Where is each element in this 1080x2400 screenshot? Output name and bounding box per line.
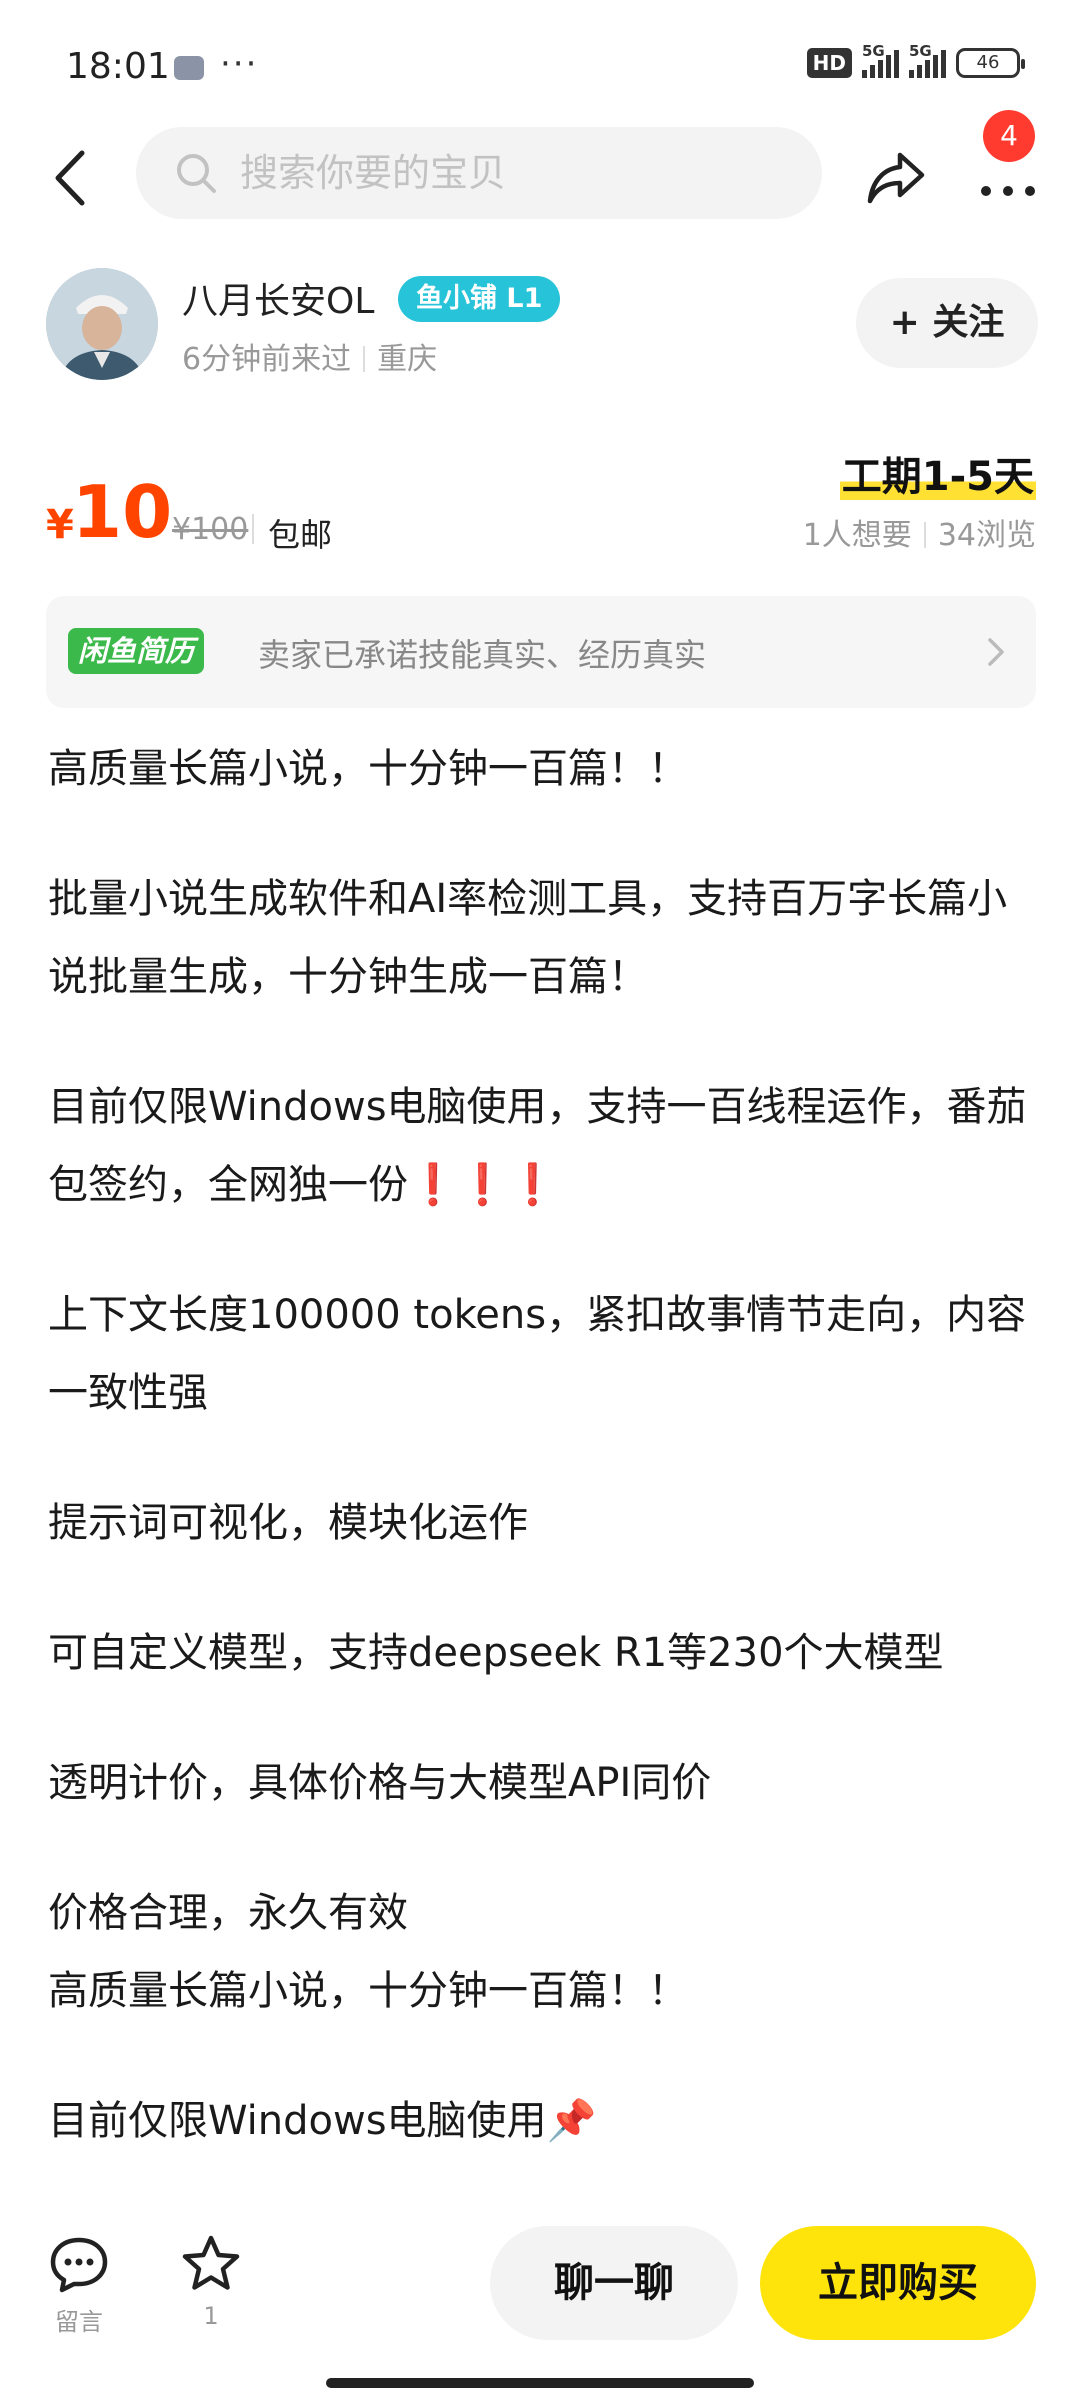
avatar-image	[46, 268, 158, 380]
buy-now-button[interactable]: 立即购买	[760, 2226, 1036, 2340]
notification-app-icon	[174, 56, 204, 80]
description-paragraph: 可自定义模型，支持deepseek R1等230个大模型	[48, 1630, 944, 1676]
share-icon	[867, 152, 925, 204]
chat-bubble-icon	[50, 2237, 108, 2293]
wants-count: 1人想要	[802, 518, 912, 553]
more-notifications-icon: ···	[220, 44, 259, 84]
description-paragraph: 透明计价，具体价格与大模型API同价	[48, 1760, 712, 1806]
status-indicators: HD 5G 5G 46	[806, 42, 1025, 78]
divider	[363, 346, 366, 372]
top-nav	[0, 125, 1080, 235]
network-type-label: 5G	[862, 42, 885, 60]
message-label: 留言	[55, 2308, 103, 2336]
divider	[252, 514, 254, 544]
description-text: 目前仅限Windows电脑使用	[48, 2098, 547, 2144]
resume-promise-text: 卖家已承诺技能真实、经历真实	[258, 636, 707, 674]
favorite-button[interactable]: 1	[178, 2234, 244, 2344]
status-bar: 18:01 ··· HD 5G 5G 46	[0, 0, 1080, 130]
signal-icon: 5G	[862, 42, 899, 78]
description-paragraph: 价格合理，永久有效	[48, 1890, 408, 1936]
duration-text: 工期1-5天	[839, 454, 1036, 500]
hd-voice-icon: HD	[806, 48, 852, 78]
seller-info: 八月长安OL 鱼小铺 L1 6分钟前来过 重庆 + 关注	[0, 262, 1080, 392]
seller-location: 重庆	[377, 342, 438, 377]
last-seen: 6分钟前来过	[182, 342, 352, 377]
message-button[interactable]: 留言	[46, 2234, 112, 2344]
views-count: 34浏览	[937, 518, 1036, 553]
star-icon	[182, 2235, 240, 2290]
home-indicator[interactable]	[326, 2378, 754, 2388]
search-icon	[177, 154, 216, 193]
notification-badge: 4	[983, 110, 1035, 162]
resume-logo: 闲鱼简历	[68, 628, 205, 674]
seller-meta: 6分钟前来过 重庆	[182, 334, 437, 378]
item-stats: 1人想要 34浏览	[803, 510, 1036, 554]
pushpin-emoji: 📌	[546, 2098, 597, 2144]
description-paragraph: 目前仅限Windows电脑使用📌	[48, 2082, 1038, 2160]
back-button[interactable]	[42, 143, 102, 213]
description-paragraph: 高质量长篇小说，十分钟一百篇！！	[48, 1968, 688, 2014]
price-section: ¥ 10 ¥100 包邮 工期1-5天 1人想要 34浏览	[0, 440, 1080, 560]
item-description: 高质量长篇小说，十分钟一百篇！！ 批量小说生成软件和AI率检测工具，支持百万字长…	[48, 730, 1038, 2212]
currency-symbol: ¥	[46, 502, 74, 548]
description-paragraph: 提示词可视化，模块化运作	[48, 1500, 528, 1546]
duration-tag: 工期1-5天	[839, 444, 1036, 500]
original-price: ¥100	[172, 512, 249, 547]
seller-avatar[interactable]	[46, 268, 158, 380]
share-button[interactable]	[864, 145, 928, 209]
divider	[923, 522, 926, 548]
shipping-label: 包邮	[268, 516, 333, 554]
follow-button[interactable]: + 关注	[856, 278, 1038, 368]
search-bar[interactable]	[136, 127, 822, 219]
shop-level-badge: 鱼小铺 L1	[398, 276, 561, 322]
description-paragraph: 批量小说生成软件和AI率检测工具，支持百万字长篇小说批量生成，十分钟生成一百篇！	[48, 876, 1008, 1000]
signal-icon-2: 5G	[909, 42, 946, 78]
favorite-count: 1	[203, 2302, 219, 2330]
chat-button[interactable]: 聊一聊	[490, 2226, 738, 2340]
seller-name[interactable]: 八月长安OL	[182, 272, 374, 324]
description-paragraph: 高质量长篇小说，十分钟一百篇！！	[48, 746, 688, 792]
resume-banner[interactable]: 闲鱼简历 卖家已承诺技能真实、经历真实	[46, 596, 1036, 708]
status-time: 18:01	[66, 46, 170, 87]
bottom-action-bar: 留言 1 聊一聊 立即购买	[0, 2200, 1080, 2400]
search-input[interactable]	[240, 151, 800, 195]
back-arrow-icon	[55, 150, 85, 206]
description-paragraph: 目前仅限Windows电脑使用，支持一百线程运作，番茄包签约，全网独一份❗❗❗	[48, 1068, 1038, 1224]
description-paragraph: 上下文长度100000 tokens，紧扣故事情节走向，内容一致性强	[48, 1292, 1027, 1416]
price-value: 10	[72, 470, 173, 554]
network-type-label-2: 5G	[909, 42, 932, 60]
exclamation-emoji: ❗❗❗	[408, 1162, 558, 1208]
battery-icon: 46	[956, 48, 1025, 78]
chevron-right-icon	[988, 638, 1004, 666]
